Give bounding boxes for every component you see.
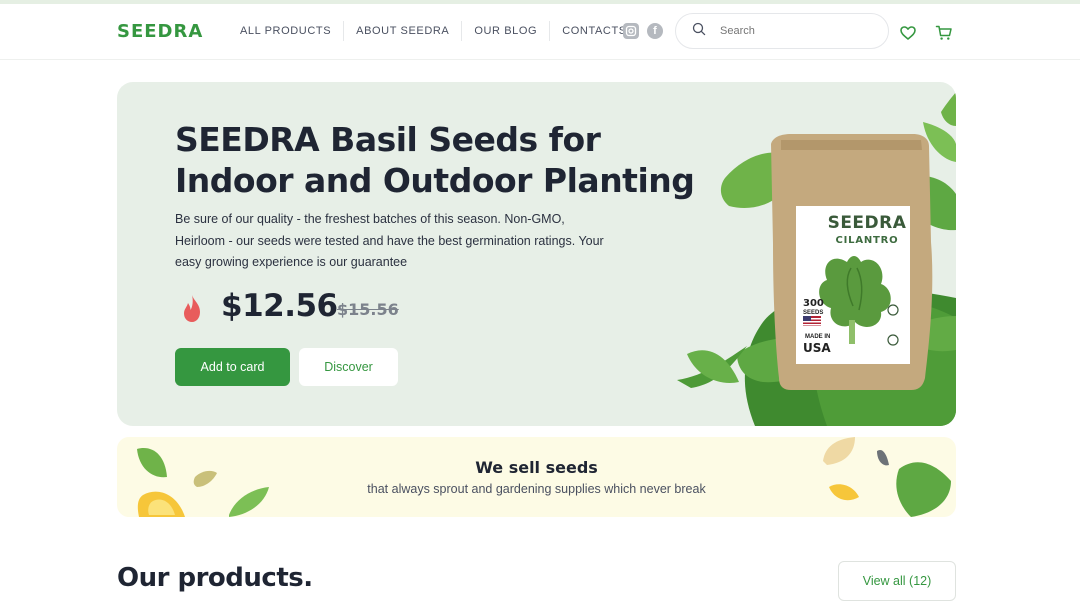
- search-box[interactable]: [675, 13, 889, 49]
- logo[interactable]: SEEDRA: [117, 21, 203, 42]
- search-icon: [692, 22, 706, 41]
- pouch-seed-count: 300: [803, 298, 824, 309]
- site-header: SEEDRA ALL PRODUCTS ABOUT SEEDRA OUR BLO…: [0, 4, 1080, 60]
- old-price: $15.56: [337, 300, 399, 319]
- nav-our-blog[interactable]: OUR BLOG: [461, 21, 549, 41]
- pouch-origin: USA: [803, 341, 831, 355]
- cart-icon[interactable]: [935, 24, 953, 42]
- discover-button[interactable]: Discover: [299, 348, 398, 386]
- facebook-icon[interactable]: f: [647, 23, 663, 39]
- heart-icon[interactable]: [899, 24, 917, 42]
- pouch-seed-unit: SEEDS: [803, 310, 824, 316]
- pouch-brand-label: SEEDRA: [827, 213, 907, 233]
- banner-decoration: [137, 437, 951, 517]
- hero-banner: SEEDRA Basil Seeds for Indoor and Outdoo…: [117, 82, 956, 426]
- current-price: $12.56: [221, 288, 338, 324]
- nav-about-seedra[interactable]: ABOUT SEEDRA: [343, 21, 461, 41]
- product-image: [677, 92, 956, 426]
- hero-description: Be sure of our quality - the freshest ba…: [175, 212, 604, 269]
- seeds-promo-banner: We sell seeds that always sprout and gar…: [117, 437, 956, 517]
- banner-title: We sell seeds: [475, 458, 598, 477]
- flame-icon: [179, 293, 205, 325]
- banner-subtitle: that always sprout and gardening supplie…: [367, 482, 706, 496]
- pouch-made-in: MADE IN: [805, 334, 831, 340]
- instagram-icon[interactable]: [623, 23, 639, 39]
- products-section-title: Our products.: [117, 563, 313, 593]
- nav-all-products[interactable]: ALL PRODUCTS: [228, 21, 343, 41]
- main-nav: ALL PRODUCTS ABOUT SEEDRA OUR BLOG CONTA…: [228, 21, 639, 41]
- add-to-cart-button[interactable]: Add to card: [175, 348, 290, 386]
- pouch-variety-label: CILANTRO: [835, 235, 899, 246]
- view-all-button[interactable]: View all (12): [838, 561, 956, 601]
- hero-title: SEEDRA Basil Seeds for Indoor and Outdoo…: [175, 120, 695, 200]
- search-input[interactable]: [720, 25, 870, 37]
